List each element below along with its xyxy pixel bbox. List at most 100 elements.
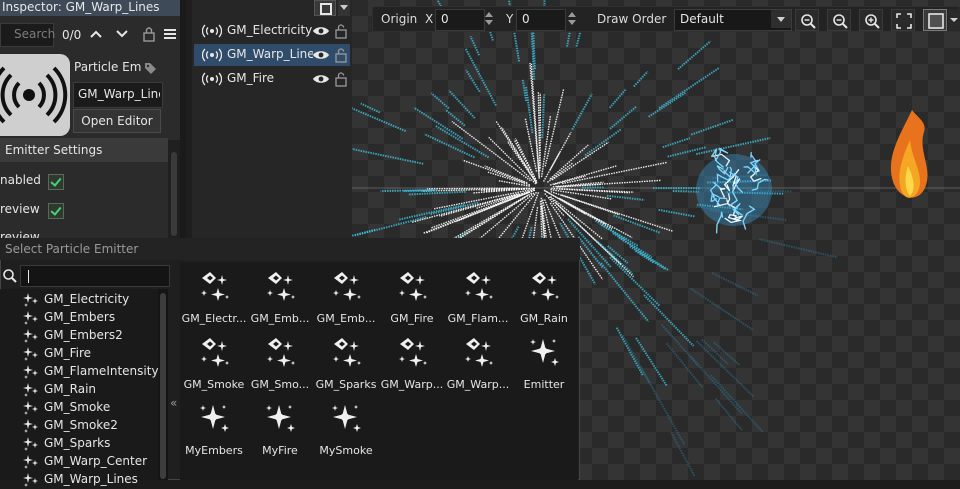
origin-y-input[interactable]: 0 (516, 9, 566, 31)
emitter-tree-item[interactable]: GM_Sparks (22, 435, 158, 453)
emitter-tree-item[interactable]: GM_Embers (22, 309, 158, 327)
origin-x-input[interactable]: 0 (435, 9, 485, 31)
warp-line-cyan (659, 68, 719, 108)
emitter-grid-item[interactable]: GM_Emb... (248, 266, 312, 328)
warp-line-cyan (663, 138, 690, 147)
enabled-checkbox[interactable] (48, 174, 64, 190)
emitter-grid-item[interactable]: MyFire (248, 398, 312, 460)
emitter-tree-label: GM_Embers2 (44, 328, 123, 342)
emitter-tree-item[interactable]: GM_Warp_Center (22, 453, 158, 471)
warp-line-cyan (617, 328, 643, 376)
open-editor-button[interactable]: Open Editor (73, 109, 161, 133)
emitter-tree-label: GM_Warp_Lines (44, 472, 138, 486)
background-color-dropdown[interactable] (948, 9, 960, 31)
warp-line-cyan (678, 41, 711, 69)
emitter-grid-item[interactable]: MyEmbers (182, 398, 246, 460)
warp-line-cyan (352, 107, 406, 131)
inspector-search-input[interactable]: Search (0, 23, 54, 47)
fit-view-button[interactable] (891, 9, 915, 31)
origin-y-stepper[interactable] (566, 9, 578, 29)
emitter-grid-label: GM_Emb... (312, 312, 380, 325)
emitter-tree-item[interactable]: GM_Electricity (22, 291, 158, 309)
add-emitter-dropdown[interactable] (338, 0, 350, 16)
warp-line-white (547, 163, 573, 183)
emitter-tree-item[interactable]: GM_Rain (22, 381, 158, 399)
collapse-panel-icon[interactable]: « (170, 396, 177, 410)
chevron-down-icon (771, 10, 791, 28)
inspector-scrollbar[interactable] (168, 140, 180, 240)
origin-x-stepper[interactable] (483, 9, 495, 29)
tag-icon[interactable] (143, 61, 157, 75)
emitter-row[interactable]: GM_Warp_Lines (194, 44, 350, 66)
eye-icon[interactable] (312, 73, 330, 88)
warp-line-cyan (673, 191, 699, 192)
draw-order-select[interactable]: Default (674, 9, 792, 31)
chevron-down-icon (948, 9, 960, 31)
emitter-grid-label: GM_Warp... (444, 378, 512, 391)
emitter-grid-item[interactable]: GM_Rain (512, 266, 576, 328)
emitter-grid-label: Emitter (510, 378, 578, 391)
warp-line-cyan (691, 120, 733, 135)
preview-label: review (0, 202, 40, 216)
chevron-up-icon[interactable] (88, 27, 104, 41)
emitter-tree-item[interactable]: GM_Smoke2 (22, 417, 158, 435)
name-field[interactable]: GM_Warp_Line (73, 82, 163, 108)
broadcast-icon (0, 54, 70, 136)
lock-icon[interactable] (142, 25, 156, 43)
chevron-down-icon[interactable] (114, 27, 130, 41)
emitter-tree-label: GM_Electricity (44, 292, 129, 306)
warp-line-white (502, 127, 529, 170)
emitter-grid-item[interactable]: GM_Electr... (182, 266, 246, 328)
zoom-reset-button[interactable] (795, 9, 819, 31)
emitter-tree-item[interactable]: GM_Smoke (22, 399, 158, 417)
fire-effect (891, 110, 928, 198)
warp-line-white (550, 145, 588, 179)
emitter-tree-item[interactable]: GM_Warp_Lines (22, 471, 158, 489)
emitter-grid-item[interactable]: GM_Sparks (314, 332, 378, 394)
emitter-grid-item[interactable]: GM_Flam... (446, 266, 510, 328)
lock-icon[interactable] (334, 71, 348, 90)
popup-search-input[interactable] (20, 265, 170, 287)
warp-line-cyan (449, 90, 475, 118)
tree-list-scrollbar[interactable] (158, 289, 168, 480)
warp-line-cyan (431, 93, 448, 108)
emitter-grid-item[interactable]: GM_Emb... (314, 266, 378, 328)
emitter-tree-item[interactable]: GM_Fire (22, 345, 158, 363)
emitter-grid-item[interactable]: GM_Warp... (380, 332, 444, 394)
emitter-row[interactable]: GM_Fire (194, 68, 350, 90)
lock-icon[interactable] (334, 23, 348, 42)
emitter-grid-item[interactable]: Emitter (512, 332, 576, 394)
emitter-tree-item[interactable]: GM_Embers2 (22, 327, 158, 345)
eye-icon[interactable] (312, 25, 330, 40)
enabled-label: nabled (0, 173, 41, 187)
add-emitter-button[interactable] (314, 0, 336, 16)
warp-line-cyan (408, 192, 466, 195)
zoom-out-button[interactable] (827, 9, 851, 31)
eye-icon[interactable] (312, 49, 330, 64)
warp-line-far (691, 289, 754, 331)
zoom-in-button[interactable] (859, 9, 883, 31)
warp-line-cyan (585, 129, 621, 155)
color-swatch-icon (928, 13, 944, 29)
emitter-row[interactable]: GM_Electricity (194, 20, 350, 42)
preview-checkbox[interactable] (48, 203, 64, 219)
menu-icon[interactable] (163, 27, 177, 41)
emitter-grid-item[interactable]: GM_Smoke (182, 332, 246, 394)
emitter-grid-item[interactable]: GM_Smo... (248, 332, 312, 394)
emitter-tree-list: GM_Electricity GM_EmbersGM_Embers2 GM_Fire… (0, 289, 158, 480)
inspector-search-bar: Search 0/0 (0, 22, 180, 48)
warp-line-cyan (614, 215, 661, 232)
emitter-grid-item[interactable]: GM_Fire (380, 266, 444, 328)
background-color-button[interactable] (923, 9, 947, 31)
emitter-settings-header[interactable]: Emitter Settings (0, 138, 168, 162)
broadcast-icon (202, 48, 222, 65)
warp-line-cyan (572, 94, 592, 130)
emitter-grid-item[interactable]: MySmoke (314, 398, 378, 460)
particle-system-thumbnail (0, 54, 70, 136)
warp-line-cyan (659, 210, 695, 217)
emitter-tree-item[interactable]: GM_FlameIntensity (22, 363, 158, 381)
fit-screen-icon (896, 13, 912, 29)
emitter-grid-item[interactable]: GM_Warp... (446, 332, 510, 394)
lock-icon[interactable] (334, 47, 348, 66)
emitter-grid-label: MySmoke (312, 444, 380, 457)
